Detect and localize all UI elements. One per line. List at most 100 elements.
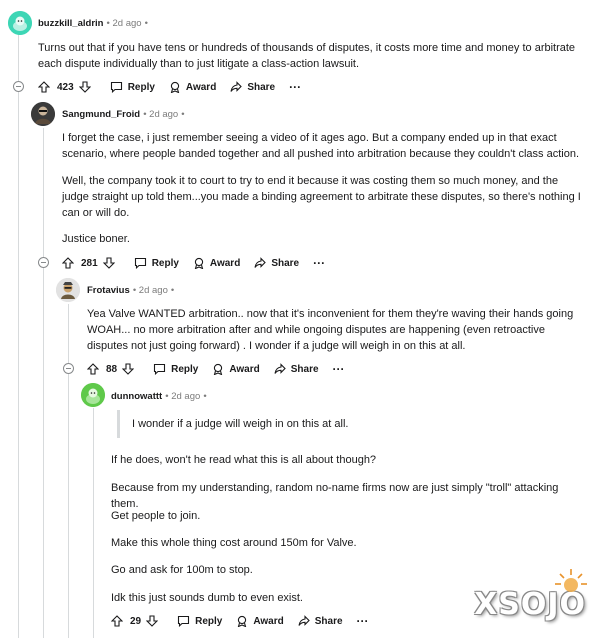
award-button[interactable]: Award: [236, 615, 284, 627]
comment-icon: [110, 81, 122, 93]
username[interactable]: Frotavius: [87, 285, 130, 296]
avatar[interactable]: [56, 278, 80, 302]
vote-group: 281: [62, 257, 120, 269]
comment-body: Get people to join.: [111, 510, 201, 522]
comment-body: Turns out that if you have tens or hundr…: [38, 42, 576, 70]
award-label: Award: [229, 363, 260, 375]
share-icon: [298, 615, 310, 626]
comment-actions: 88 Reply Award Share ···: [87, 360, 359, 378]
avatar[interactable]: [81, 383, 105, 407]
award-label: Award: [253, 615, 284, 627]
separator-dot: •: [170, 285, 175, 296]
more-options-button[interactable]: ···: [357, 614, 369, 628]
upvote-icon[interactable]: [111, 615, 123, 627]
comment-body: If he does, won't he read what this is a…: [111, 454, 377, 466]
timestamp[interactable]: 2d ago: [171, 391, 200, 402]
username[interactable]: dunnowattt: [111, 391, 162, 402]
comment-icon: [154, 363, 166, 375]
snoo-avatar-icon: [8, 11, 32, 35]
more-options-button[interactable]: ···: [333, 362, 345, 376]
timestamp[interactable]: 2d ago: [139, 285, 168, 296]
share-button[interactable]: Share: [298, 615, 343, 627]
more-options-button[interactable]: ···: [313, 256, 325, 270]
user-avatar-icon: [56, 278, 80, 302]
blockquote: I wonder if a judge will weigh in on thi…: [117, 410, 572, 438]
thread-line: [43, 128, 44, 638]
comment-body: I forget the case, i just remember seein…: [62, 132, 579, 160]
award-button[interactable]: Award: [193, 257, 240, 269]
more-options-icon: ···: [356, 614, 369, 628]
comment-header: dunnowattt • 2d ago •: [111, 388, 207, 404]
share-button[interactable]: Share: [254, 257, 299, 269]
timestamp[interactable]: 2d ago: [113, 18, 142, 29]
more-options-icon: ···: [289, 80, 302, 94]
reply-button[interactable]: Reply: [134, 257, 179, 269]
reply-button[interactable]: Reply: [110, 81, 155, 93]
collapse-button[interactable]: [38, 257, 49, 268]
comment-icon: [178, 615, 190, 627]
award-icon: [214, 363, 223, 375]
timestamp[interactable]: 2d ago: [149, 109, 178, 120]
award-button[interactable]: Award: [212, 363, 260, 375]
award-button[interactable]: Award: [169, 81, 216, 93]
username[interactable]: Sangmund_Froid: [62, 109, 140, 120]
comment-header: Sangmund_Froid • 2d ago •: [62, 106, 185, 122]
award-label: Award: [209, 257, 241, 269]
reply-label: Reply: [171, 363, 199, 375]
more-options-button[interactable]: ···: [289, 80, 301, 94]
share-button[interactable]: Share: [274, 363, 319, 375]
separator-dot: •: [203, 391, 207, 402]
score: 88: [106, 363, 118, 375]
separator-dot: •: [181, 109, 185, 120]
watermark-logo: XSOJO: [474, 569, 587, 622]
user-avatar-icon: [31, 102, 55, 126]
more-options-icon: ···: [313, 256, 326, 270]
collapse-button[interactable]: [63, 363, 74, 374]
sun-logo-icon: [555, 569, 587, 592]
comment-body: Make this whole thing cost around 150m f…: [111, 537, 357, 549]
upvote-icon[interactable]: [87, 363, 99, 375]
separator-dot: •: [144, 18, 148, 29]
share-button[interactable]: Share: [230, 81, 275, 93]
vote-group: 29: [111, 615, 163, 627]
award-label: Award: [185, 81, 217, 93]
share-label: Share: [314, 615, 343, 627]
reply-label: Reply: [151, 257, 179, 269]
award-icon: [170, 81, 180, 93]
upvote-icon[interactable]: [62, 257, 74, 269]
collapse-button[interactable]: [13, 81, 24, 92]
reply-button[interactable]: Reply: [153, 363, 198, 375]
downvote-icon[interactable]: [146, 615, 159, 627]
reply-label: Reply: [195, 615, 223, 627]
thread-line: [68, 304, 69, 638]
share-icon: [230, 81, 243, 92]
comment-body: Justice boner.: [62, 233, 130, 245]
avatar[interactable]: [31, 102, 55, 126]
score: 423: [57, 81, 74, 93]
thread-line: [18, 34, 19, 638]
score: 29: [130, 615, 142, 627]
comment-actions: 29 Reply Award Share ···: [111, 612, 383, 630]
share-icon: [254, 257, 267, 268]
vote-group: 423: [38, 81, 96, 93]
vote-group: 88: [87, 363, 139, 375]
reply-button[interactable]: Reply: [177, 615, 222, 627]
comment-icon: [134, 257, 146, 269]
share-icon: [274, 363, 286, 374]
more-options-icon: ···: [332, 362, 345, 376]
share-label: Share: [247, 81, 276, 93]
award-icon: [238, 615, 247, 627]
award-icon: [194, 257, 204, 269]
comment-header: buzzkill_aldrin • 2d ago •: [38, 15, 148, 31]
comment-header: Frotavius • 2d ago •: [87, 282, 174, 298]
comment-body: Go and ask for 100m to stop.: [111, 564, 253, 576]
upvote-icon[interactable]: [38, 81, 50, 93]
downvote-icon[interactable]: [78, 81, 91, 93]
avatar[interactable]: [8, 11, 32, 35]
downvote-icon[interactable]: [122, 363, 135, 375]
comment-actions: 423 Reply Award Share ···: [38, 78, 315, 96]
reply-label: Reply: [127, 81, 155, 93]
share-label: Share: [271, 257, 300, 269]
username[interactable]: buzzkill_aldrin: [38, 18, 103, 29]
downvote-icon[interactable]: [102, 257, 115, 269]
